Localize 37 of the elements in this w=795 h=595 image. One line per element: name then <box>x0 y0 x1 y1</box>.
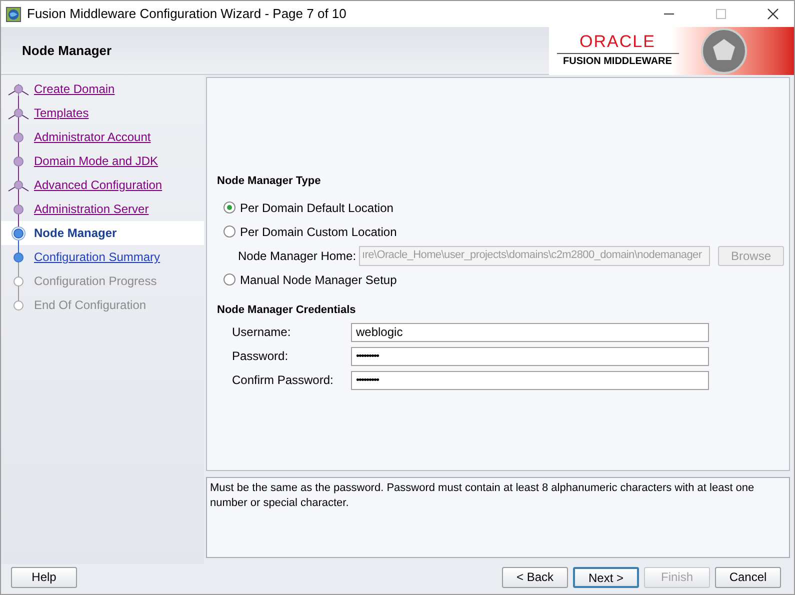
pentagon-emblem-icon <box>700 28 748 74</box>
field-label: Node Manager Home: <box>238 248 358 265</box>
step-link[interactable]: Configuration Summary <box>34 248 160 266</box>
field-label: Password: <box>232 348 290 366</box>
step-link[interactable]: Advanced Configuration <box>34 176 162 194</box>
section-heading: Node Manager Type <box>217 174 322 190</box>
step-link[interactable]: Create Domain <box>34 80 115 98</box>
logo-brand: ORACLE <box>580 32 656 52</box>
wizard-button[interactable]: < Back <box>502 566 568 588</box>
wizard-button[interactable]: Help <box>11 566 77 588</box>
wizard-button[interactable]: Cancel <box>715 566 781 588</box>
logo-product: FUSION MIDDLEWARE <box>563 55 672 69</box>
section-heading: Node Manager Credentials <box>217 302 357 318</box>
radio-label[interactable]: Per Domain Default Location <box>240 198 394 217</box>
page-title: Node Manager <box>22 42 112 60</box>
radio-label[interactable]: Manual Node Manager Setup <box>240 270 397 289</box>
password-field[interactable]: ••••••••• <box>351 370 709 390</box>
app-icon <box>6 6 21 22</box>
radio-label[interactable]: Per Domain Custom Location <box>240 222 397 241</box>
step-label: Configuration Progress <box>34 273 157 290</box>
maximize-icon[interactable] <box>715 8 727 20</box>
wizard-button[interactable]: Next > <box>573 566 639 588</box>
step-label: End Of Configuration <box>34 297 146 314</box>
window-title: Fusion Middleware Configuration Wizard - Page 7 of 10 <box>27 5 346 24</box>
input-field[interactable]: weblogic <box>351 322 709 342</box>
step-link[interactable]: Administration Server <box>34 200 149 218</box>
radio-button[interactable] <box>223 225 236 238</box>
radio-button[interactable] <box>223 273 236 286</box>
field-label: Username: <box>232 324 292 342</box>
help-text: Must be the same as the password. Password must contain at least 8 alphanumeric characters with at least one number or special character. <box>210 480 756 511</box>
radio-button[interactable] <box>223 201 236 214</box>
step-link[interactable]: Domain Mode and JDK <box>34 152 158 170</box>
close-icon[interactable] <box>767 8 779 20</box>
password-field[interactable]: ••••••••• <box>351 346 709 366</box>
field-label: Confirm Password: <box>232 372 334 390</box>
step-link[interactable]: Administrator Account <box>34 128 151 146</box>
step-link[interactable]: Templates <box>34 104 89 122</box>
